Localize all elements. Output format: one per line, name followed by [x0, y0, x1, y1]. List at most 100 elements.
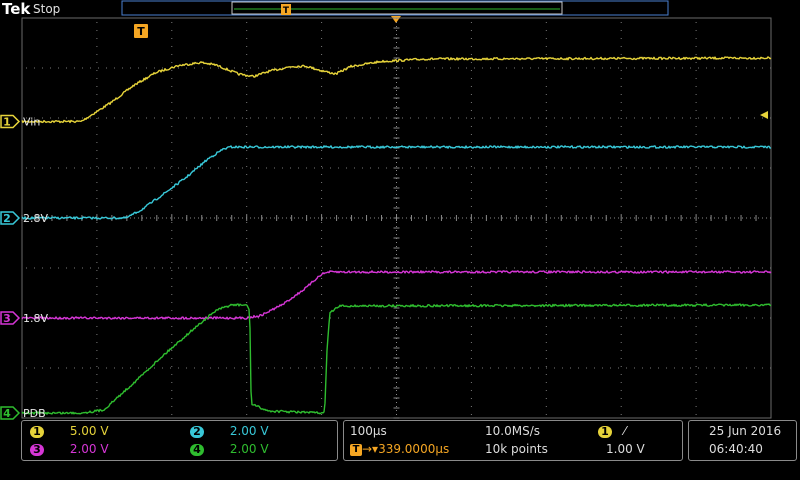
grid-dot [610, 117, 611, 119]
grid-dot [514, 167, 515, 169]
grid-dot [695, 286, 697, 287]
grid-dot [96, 126, 98, 127]
grid-dot [362, 267, 363, 269]
trigger-delay-readout[interactable]: T →▾339.0000µs [350, 442, 449, 456]
grid-dot [362, 317, 363, 319]
grid-dot [695, 174, 697, 175]
ch1-ground-marker[interactable]: 1 Vin [0, 114, 40, 129]
grid-dot [458, 67, 459, 69]
grid-dot [246, 342, 248, 343]
ch3-ground-marker[interactable]: 3 1.8V [0, 311, 48, 325]
grid-dot [722, 267, 723, 269]
trigger-position-arrow-icon[interactable] [391, 16, 401, 23]
grid-dot [738, 267, 739, 269]
grid-dot [738, 117, 739, 119]
grid-dot [321, 142, 323, 143]
grid-dot [322, 67, 323, 69]
grid-dot [554, 117, 555, 119]
grid-dot [246, 270, 248, 271]
grid-dot [618, 367, 619, 369]
grid-dot [202, 67, 203, 69]
timebase-readout[interactable]: 100µs [350, 424, 387, 438]
grid-dot [42, 267, 43, 269]
grid-dot [218, 117, 219, 119]
grid-dot [130, 67, 131, 69]
trigger-level-arrow-icon[interactable] [760, 111, 768, 119]
grid-dot [306, 117, 307, 119]
grid-dot [490, 267, 491, 269]
grid-dot [695, 366, 697, 367]
record-overview-bar[interactable] [121, 0, 669, 16]
grid-dot [514, 367, 515, 369]
grid-dot [162, 167, 163, 169]
grid-dot [258, 267, 259, 269]
grid-dot [466, 67, 467, 69]
grid-dot [146, 167, 147, 169]
grid-dot [171, 374, 173, 375]
grid-dot [545, 414, 547, 415]
grid-dot [246, 238, 248, 239]
grid-dot [578, 167, 579, 169]
grid-dot [482, 167, 483, 169]
grid-dot [620, 30, 622, 31]
grid-dot [354, 267, 355, 269]
grid-dot [674, 67, 675, 69]
horizontal-readout-panel[interactable]: 100µs 10.0MS/s 1 ⁄ T →▾339.0000µs 10k poi… [343, 420, 683, 461]
grid-dot [114, 167, 115, 169]
grid-dot [246, 110, 248, 111]
grid-dot [246, 70, 248, 71]
ch3-badge: 3 [30, 443, 44, 456]
grid-dot [545, 110, 547, 111]
ch1-readout[interactable]: 1 5.00 V [30, 424, 109, 438]
grid-dot [746, 67, 747, 69]
trigger-readout[interactable]: 1 ⁄ [598, 424, 626, 438]
grid-dot [402, 117, 403, 119]
grid-dot [96, 406, 98, 407]
grid-dot [545, 238, 547, 239]
grid-dot [642, 267, 643, 269]
grid-dot [620, 78, 622, 79]
ch4-readout[interactable]: 4 2.00 V [190, 442, 269, 456]
grid-dot [746, 317, 747, 319]
grid-dot [96, 102, 98, 103]
grid-dot [321, 110, 323, 111]
grid-dot [321, 374, 323, 375]
grid-dot [642, 117, 643, 119]
grid-dot [690, 117, 691, 119]
record-length-readout: 10k points [485, 442, 548, 456]
grid-dot [586, 67, 587, 69]
ch3-readout[interactable]: 3 2.00 V [30, 442, 109, 456]
grid-dot [274, 267, 275, 269]
grid-dot [470, 174, 472, 175]
ch2-readout[interactable]: 2 2.00 V [190, 424, 269, 438]
grid-dot [210, 67, 211, 69]
grid-dot [66, 67, 67, 69]
ch4-ground-marker[interactable]: 4 PDB [0, 406, 46, 420]
ch1-badge: 1 [30, 425, 44, 438]
ch2-ground-marker[interactable]: 2 2.8V [0, 211, 48, 225]
grid-dot [321, 254, 323, 255]
channel-markers[interactable]: 1 Vin 2 2.8V 3 1.8V 4 PDB [0, 114, 48, 421]
ch2-scale: 2.00 V [229, 424, 269, 438]
grid-dot [730, 67, 731, 69]
grid-dot [246, 230, 248, 231]
grid-dot [490, 317, 491, 319]
grid-dot [470, 390, 472, 391]
grid-dot [470, 198, 472, 199]
grid-dot [546, 67, 547, 69]
grid-dot [96, 166, 98, 167]
grid-dot [470, 94, 472, 95]
ch2-badge: 2 [190, 425, 204, 438]
grid-dot [545, 358, 547, 359]
grid-dot [330, 117, 331, 119]
grid-dot [170, 117, 171, 119]
grid-dot [410, 67, 411, 69]
vertical-readout-panel[interactable]: 1 5.00 V 2 2.00 V 3 2.00 V 4 2.00 V [21, 420, 338, 461]
grid-dot [470, 374, 472, 375]
grid-dot [482, 267, 483, 269]
grid-dot [96, 150, 98, 151]
ch1-marker-number: 1 [3, 116, 11, 129]
grid-dot [96, 350, 98, 351]
grid-dot [338, 267, 339, 269]
grid-dot [470, 22, 472, 23]
